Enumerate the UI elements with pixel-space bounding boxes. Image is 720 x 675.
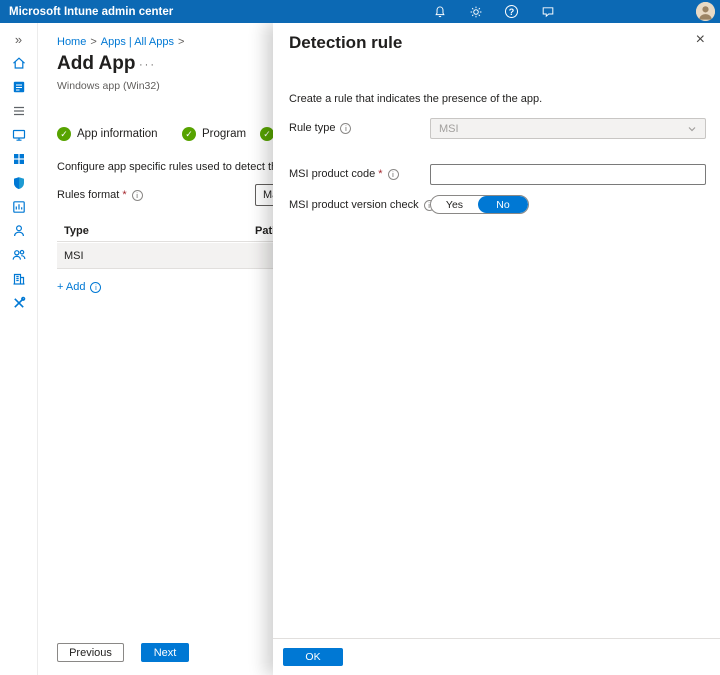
breadcrumb-home[interactable]: Home: [57, 36, 86, 48]
help-button[interactable]: ?: [504, 4, 519, 19]
sidebar-item-groups[interactable]: [0, 243, 38, 267]
topbar: Microsoft Intune admin center ?: [0, 0, 720, 23]
toggle-option-no[interactable]: No: [478, 196, 528, 213]
previous-button[interactable]: Previous: [57, 643, 124, 662]
sidebar-item-apps[interactable]: [0, 147, 38, 171]
check-circle-icon: ✓: [260, 127, 274, 141]
hamburger-list-icon: [11, 103, 27, 119]
gear-icon: [469, 5, 483, 19]
left-nav-sidebar: »: [0, 23, 38, 675]
step-label: App information: [77, 128, 158, 140]
user-icon: [11, 223, 27, 239]
sidebar-item-dashboard[interactable]: [0, 75, 38, 99]
monitor-icon: [11, 127, 27, 143]
panel-title: Detection rule: [289, 33, 402, 53]
shield-icon: [11, 175, 27, 191]
label-text: MSI product version check: [289, 199, 419, 211]
column-header-type: Type: [64, 225, 89, 237]
topbar-icon-group: ?: [432, 0, 555, 23]
bell-icon: [433, 5, 447, 19]
feedback-icon: [541, 5, 555, 19]
add-rule-link[interactable]: + Add i: [57, 281, 101, 293]
feedback-button[interactable]: [540, 4, 555, 19]
avatar[interactable]: [696, 2, 715, 21]
step-requirements[interactable]: ✓: [260, 127, 274, 141]
rules-description: Configure app specific rules used to det…: [57, 161, 292, 173]
version-check-toggle: Yes No: [430, 195, 529, 214]
breadcrumb-separator: >: [90, 36, 96, 48]
sidebar-item-troubleshooting[interactable]: [0, 291, 38, 315]
page-subtitle: Windows app (Win32): [57, 80, 160, 92]
breadcrumb-apps[interactable]: Apps | All Apps: [101, 36, 174, 48]
info-icon: i: [90, 282, 101, 293]
next-button[interactable]: Next: [141, 643, 189, 662]
app-title: Microsoft Intune admin center: [9, 6, 173, 18]
rule-type-value: MSI: [439, 123, 459, 135]
sidebar-item-devices[interactable]: [0, 123, 38, 147]
double-chevron-right-icon: »: [15, 33, 22, 46]
product-code-label: MSI product code * i: [289, 168, 399, 180]
check-circle-icon: ✓: [57, 127, 71, 141]
sidebar-item-all-services[interactable]: [0, 99, 38, 123]
panel-footer: OK: [273, 638, 720, 675]
rule-type-dropdown: MSI: [430, 118, 706, 139]
breadcrumb-separator: >: [178, 36, 184, 48]
info-icon: i: [340, 123, 351, 134]
crossed-tools-icon: [11, 295, 27, 311]
sidebar-item-endpoint-security[interactable]: [0, 171, 38, 195]
home-icon: [11, 55, 27, 71]
people-group-icon: [11, 247, 27, 263]
apps-grid-icon: [11, 151, 27, 167]
required-asterisk: *: [122, 189, 126, 201]
add-label: + Add: [57, 281, 85, 293]
sidebar-item-reports[interactable]: [0, 195, 38, 219]
sidebar-collapse-button[interactable]: »: [0, 27, 38, 51]
toggle-option-yes[interactable]: Yes: [431, 196, 478, 213]
notifications-button[interactable]: [432, 4, 447, 19]
bar-chart-icon: [11, 199, 27, 215]
cell-rule-type: MSI: [64, 250, 84, 262]
rule-type-label: Rule type i: [289, 122, 351, 134]
label-text: Rule type: [289, 122, 335, 134]
required-asterisk: *: [378, 168, 382, 180]
dashboard-icon: [11, 79, 27, 95]
version-check-label: MSI product version check i: [289, 199, 435, 211]
label-text: Rules format: [57, 189, 119, 201]
sidebar-item-home[interactable]: [0, 51, 38, 75]
label-text: MSI product code: [289, 168, 375, 180]
detection-rule-panel: Detection rule × Create a rule that indi…: [273, 23, 720, 675]
settings-button[interactable]: [468, 4, 483, 19]
rules-format-label: Rules format * i: [57, 189, 143, 201]
chevron-down-icon: [687, 124, 697, 134]
product-code-input[interactable]: [430, 164, 706, 185]
sidebar-item-users[interactable]: [0, 219, 38, 243]
ok-button[interactable]: OK: [283, 648, 343, 666]
person-icon: [696, 2, 715, 21]
breadcrumb: Home > Apps | All Apps >: [57, 36, 188, 48]
building-icon: [11, 271, 27, 287]
title-ellipsis[interactable]: ···: [139, 59, 156, 71]
step-label: Program: [202, 128, 246, 140]
panel-description: Create a rule that indicates the presenc…: [289, 93, 542, 105]
help-icon: ?: [505, 5, 518, 18]
step-program[interactable]: ✓ Program: [182, 127, 246, 141]
info-icon: i: [132, 190, 143, 201]
sidebar-item-tenant-administration[interactable]: [0, 267, 38, 291]
info-icon: i: [388, 169, 399, 180]
page-title: Add App: [57, 53, 135, 75]
check-circle-icon: ✓: [182, 127, 196, 141]
close-icon[interactable]: ×: [696, 32, 705, 48]
step-app-information[interactable]: ✓ App information: [57, 127, 158, 141]
